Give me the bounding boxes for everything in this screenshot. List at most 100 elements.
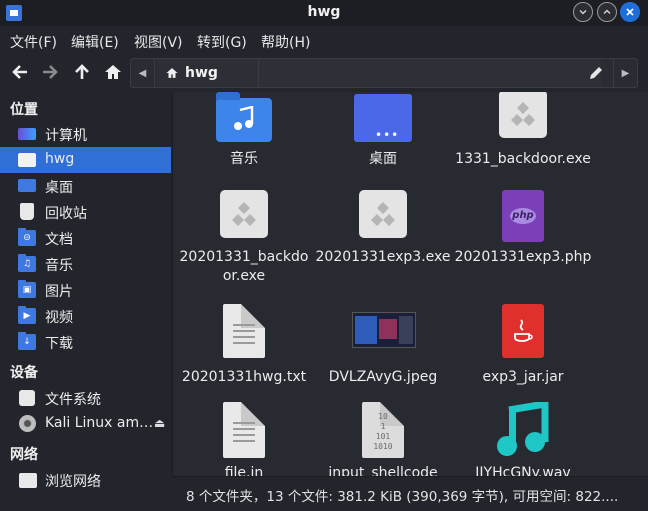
menu-go[interactable]: 转到(G) <box>197 32 247 52</box>
sidebar-item-trash[interactable]: 回收站 <box>0 199 171 225</box>
file-item[interactable]: DVLZAvyG.jpeg <box>313 304 453 399</box>
pictures-folder-icon: ▣ <box>18 280 36 298</box>
window-title: hwg <box>307 4 341 20</box>
desktop-icon: ••• <box>354 92 412 146</box>
text-file-icon <box>216 304 272 360</box>
file-grid: 音乐 ••• 桌面 1331_backdoor.exe 20201331_bac… <box>172 92 648 476</box>
sidebar-item-desktop[interactable]: 桌面 <box>0 173 171 199</box>
sidebar-item-label: 视频 <box>45 310 73 326</box>
file-item[interactable]: 音乐 <box>174 92 314 183</box>
title-bar: hwg <box>0 0 648 26</box>
sidebar-item-label: Kali Linux am… <box>45 415 154 431</box>
file-name: 20201331exp3.exe <box>315 249 451 265</box>
sidebar-item-label: 计算机 <box>45 128 87 144</box>
forward-button[interactable] <box>38 60 62 84</box>
executable-icon <box>495 92 551 146</box>
sidebar-item-kali-disc[interactable]: Kali Linux am… ⏏ <box>0 411 171 437</box>
sidebar-item-downloads[interactable]: ↓ 下载 <box>0 329 171 355</box>
path-bar: ◀ hwg ▶ <box>130 58 638 88</box>
menu-bar: 文件(F) 编辑(E) 视图(V) 转到(G) 帮助(H) <box>0 28 648 52</box>
toolbar: ◀ hwg ▶ <box>0 54 648 92</box>
sidebar-item-label: 文件系统 <box>45 392 101 408</box>
music-folder-icon: ♫ <box>18 254 36 272</box>
sidebar-item-label: 浏览网络 <box>45 474 101 490</box>
places-heading: 位置 <box>10 102 38 118</box>
menu-view[interactable]: 视图(V) <box>134 32 183 52</box>
arrow-left-icon <box>12 65 27 79</box>
file-item[interactable]: 20201331exp3.exe <box>313 187 453 282</box>
file-item[interactable]: exp3_jar.jar <box>453 304 593 399</box>
back-button[interactable] <box>8 60 32 84</box>
maximize-button[interactable] <box>597 2 617 22</box>
path-crumb-label: hwg <box>185 65 218 81</box>
sidebar-item-browse-network[interactable]: 浏览网络 <box>0 467 171 493</box>
executable-icon <box>355 190 411 246</box>
file-name: JIYHcGNy.wav <box>475 465 571 476</box>
network-heading: 网络 <box>10 447 38 463</box>
music-folder-icon <box>216 92 272 146</box>
home-icon <box>166 68 178 78</box>
menu-file[interactable]: 文件(F) <box>10 32 57 52</box>
sidebar-item-filesystem[interactable]: 文件系统 <box>0 385 171 411</box>
sidebar-item-label: 文档 <box>45 232 73 248</box>
home-button[interactable] <box>101 60 125 84</box>
path-crumb-home[interactable]: hwg <box>157 59 259 87</box>
eject-icon[interactable]: ⏏ <box>154 416 165 430</box>
path-empty-area[interactable] <box>229 59 601 87</box>
file-name: 1331_backdoor.exe <box>455 151 591 167</box>
home-folder-icon <box>18 153 36 167</box>
network-icon <box>19 473 37 488</box>
sidebar-item-documents[interactable]: ⊝ 文档 <box>0 225 171 251</box>
menu-help[interactable]: 帮助(H) <box>261 32 310 52</box>
sidebar-item-label: 回收站 <box>45 206 87 222</box>
file-item[interactable]: 20201331_backdoor.exe <box>174 187 314 284</box>
binary-file-icon: 10 1 101 1010 <box>355 402 411 458</box>
text-file-icon <box>216 402 272 458</box>
up-button[interactable] <box>70 60 94 84</box>
sidebar-item-hwg[interactable]: hwg <box>0 147 171 173</box>
file-name: 桌面 <box>369 151 397 167</box>
java-archive-icon <box>495 304 551 360</box>
path-scroll-left-button[interactable]: ◀ <box>131 59 155 87</box>
sidebar-item-label: 图片 <box>45 284 73 300</box>
php-file-icon: php <box>495 190 551 246</box>
sidebar-item-label: 桌面 <box>45 180 73 196</box>
status-bar: 8 个文件夹，13 个文件: 381.2 KiB (390,369 字节), 可… <box>172 476 648 511</box>
optical-disc-icon <box>19 415 36 432</box>
audio-file-icon <box>495 402 551 458</box>
file-item[interactable]: 20201331hwg.txt <box>174 304 314 399</box>
computer-icon <box>18 128 36 140</box>
sidebar-item-pictures[interactable]: ▣ 图片 <box>0 277 171 303</box>
file-item[interactable]: php 20201331exp3.php <box>453 187 593 282</box>
file-name: 20201331_backdoor.exe <box>179 249 309 284</box>
file-name: 音乐 <box>230 151 258 167</box>
sidebar-item-computer[interactable]: 计算机 <box>0 121 171 147</box>
close-button[interactable] <box>620 2 640 22</box>
path-scroll-right-button[interactable]: ▶ <box>613 59 637 87</box>
sidebar-item-videos[interactable]: ▶ 视频 <box>0 303 171 329</box>
executable-icon <box>216 190 272 246</box>
file-item[interactable]: JIYHcGNy.wav <box>453 402 593 476</box>
file-name: 20201331hwg.txt <box>181 369 307 385</box>
menu-edit[interactable]: 编辑(E) <box>71 32 119 52</box>
sidebar-item-label: 音乐 <box>45 258 73 274</box>
devices-heading: 设备 <box>10 365 38 381</box>
desktop-icon <box>18 179 36 192</box>
file-item[interactable]: file.in <box>174 402 314 476</box>
minimize-button[interactable] <box>573 2 593 22</box>
file-name: input_shellcode <box>328 465 438 476</box>
sidebar: 位置 计算机 hwg 桌面 回收站 ⊝ 文档 ♫ 音乐 ▣ 图片 ▶ 视频 ↓ … <box>0 92 172 511</box>
videos-folder-icon: ▶ <box>18 306 36 324</box>
trash-icon <box>20 203 34 220</box>
file-item[interactable]: 1331_backdoor.exe <box>453 92 593 183</box>
sidebar-item-label: hwg <box>45 151 75 167</box>
file-item[interactable]: ••• 桌面 <box>313 92 453 183</box>
pencil-icon <box>590 67 602 79</box>
downloads-folder-icon: ↓ <box>18 332 36 350</box>
drive-icon <box>19 390 35 406</box>
home-icon <box>105 65 121 79</box>
file-item[interactable]: 10 1 101 1010 input_shellcode <box>313 402 453 476</box>
arrow-right-icon <box>43 65 58 79</box>
edit-path-button[interactable] <box>587 64 605 82</box>
sidebar-item-music[interactable]: ♫ 音乐 <box>0 251 171 277</box>
